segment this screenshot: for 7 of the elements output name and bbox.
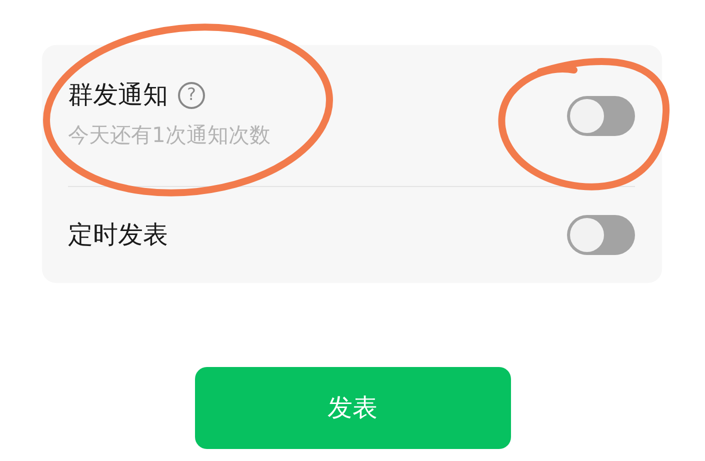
toggle-switch[interactable] <box>567 215 635 255</box>
toggle-switch[interactable] <box>567 96 635 136</box>
help-icon[interactable]: ? <box>178 82 205 109</box>
setting-label: 定时发表 <box>68 220 168 249</box>
setting-hint: 今天还有1次通知次数 <box>68 122 270 149</box>
publish-button[interactable]: 发表 <box>194 367 510 449</box>
setting-label: 群发通知 <box>68 80 168 109</box>
